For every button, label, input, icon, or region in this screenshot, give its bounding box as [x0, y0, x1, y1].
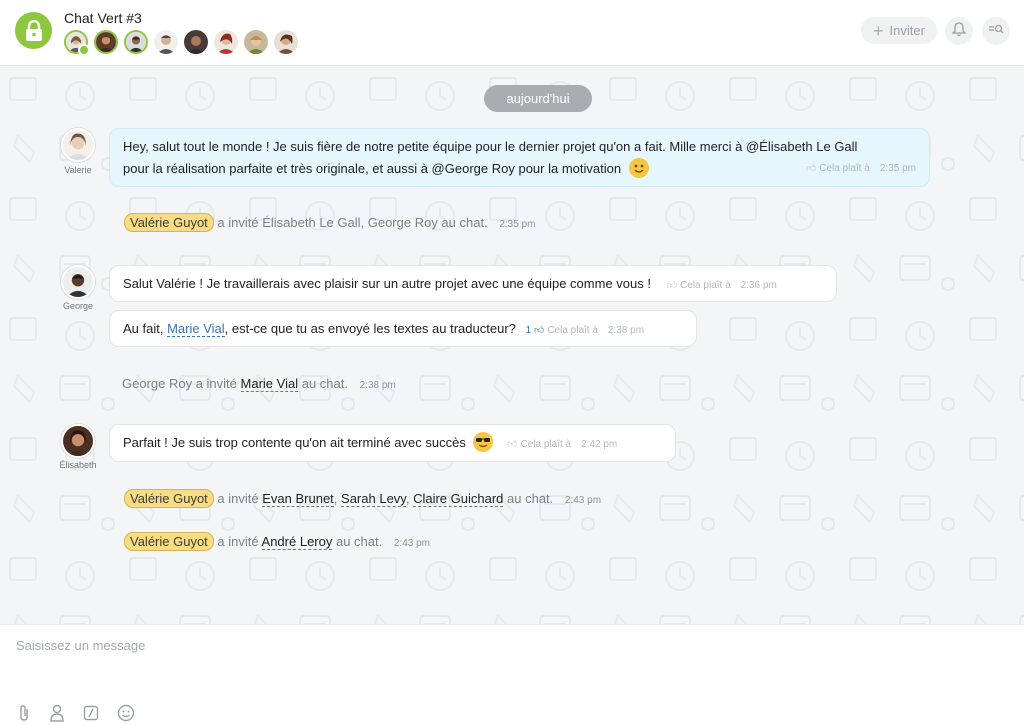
system-text: au chat. — [335, 534, 383, 549]
user-mention-tag[interactable]: Valérie Guyot — [124, 489, 214, 508]
like-count[interactable]: 1 — [526, 325, 532, 336]
system-message: Valérie Guyot a invité André Leroy au ch… — [124, 532, 431, 551]
member-avatar[interactable] — [274, 30, 298, 54]
sunglasses-emoji-icon — [473, 432, 494, 452]
smiley-emoji-icon — [628, 158, 649, 178]
like-icon[interactable]: 👍︎ — [806, 158, 816, 180]
system-message: Valérie Guyot a invité Evan Brunet, Sara… — [124, 489, 602, 508]
system-time: 2:38 pm — [359, 380, 396, 391]
member-avatar[interactable] — [124, 30, 148, 54]
like-label[interactable]: Cela plaît à — [547, 325, 598, 336]
like-label[interactable]: Cela plaît à — [819, 163, 870, 174]
search-list-icon — [988, 21, 1004, 42]
message-composer — [0, 624, 1024, 725]
system-text: au chat. — [507, 491, 554, 506]
system-text: a invité Élisabeth Le Gall, George Roy a… — [217, 215, 488, 230]
invite-label: Inviter — [889, 23, 925, 38]
slash-command-icon[interactable] — [81, 703, 101, 723]
member-avatar[interactable] — [184, 30, 208, 54]
member-avatar[interactable] — [214, 30, 238, 54]
like-icon[interactable]: 👍︎ — [667, 275, 677, 297]
message-bubble[interactable]: Hey, salut tout le monde ! Je suis fière… — [109, 128, 930, 187]
message-text: pour la réalisation parfaite et très ori… — [123, 161, 622, 176]
system-text: a invité — [217, 491, 259, 506]
avatar-george[interactable] — [61, 265, 95, 299]
person-icon[interactable] — [47, 703, 67, 723]
message-bubble[interactable]: Au fait, Marie Vial, est-ce que tu as en… — [109, 310, 697, 347]
system-time: 2:35 pm — [499, 219, 536, 230]
date-separator: aujourd'hui — [484, 85, 592, 112]
system-time: 2:43 pm — [393, 538, 431, 549]
invite-button[interactable]: + Inviter — [861, 17, 937, 44]
author-name: George — [62, 301, 94, 311]
member-avatar[interactable] — [244, 30, 268, 54]
user-mention-link[interactable]: André Leroy — [261, 534, 333, 550]
message-list[interactable]: aujourd'hui Valerie Hey, salut tout le m… — [0, 66, 1024, 624]
message-meta: 👍︎ Cela plaît à 2:36 pm — [667, 280, 777, 291]
message-input[interactable] — [16, 633, 1006, 657]
message-text: Hey, salut tout le monde ! Je suis fière… — [123, 139, 858, 154]
like-label[interactable]: Cela plaît à — [521, 439, 572, 450]
system-message: George Roy a invité Marie Vial au chat. … — [122, 376, 396, 392]
member-avatar[interactable] — [154, 30, 178, 54]
user-mention-link[interactable]: Sarah Levy — [341, 491, 406, 507]
paperclip-icon[interactable] — [14, 703, 34, 723]
avatar-valerie[interactable] — [61, 128, 95, 162]
plus-icon: + — [873, 20, 884, 41]
like-icon[interactable]: 👍︎ — [507, 434, 517, 456]
user-mention-link[interactable]: Marie Vial — [240, 376, 299, 392]
user-mention-link[interactable]: Evan Brunet — [262, 491, 334, 507]
message-meta: 👍︎ Cela plaît à 2:35 pm — [806, 158, 916, 180]
like-icon[interactable]: 👍︎ — [534, 320, 544, 342]
system-time: 2:43 pm — [564, 495, 602, 506]
like-label[interactable]: Cela plaît à — [680, 280, 731, 291]
author-name: Élisabeth — [59, 460, 97, 470]
chat-title[interactable]: Chat Vert #3 — [64, 10, 142, 26]
smiley-icon[interactable] — [116, 703, 136, 723]
lock-icon[interactable] — [15, 12, 52, 49]
message-text: Salut Valérie ! Je travaillerais avec pl… — [123, 276, 651, 291]
member-avatar[interactable] — [94, 30, 118, 54]
user-mention-tag[interactable]: Valérie Guyot — [124, 532, 214, 551]
message-text: Au fait, — [123, 321, 164, 336]
online-badge — [78, 44, 90, 56]
avatar-elisabeth[interactable] — [61, 424, 95, 458]
system-message: Valérie Guyot a invité Élisabeth Le Gall… — [124, 213, 536, 232]
author-name: Valerie — [64, 165, 92, 175]
message-time: 2:36 pm — [740, 280, 777, 291]
search-messages-button[interactable] — [982, 17, 1010, 45]
message-time: 2:38 pm — [607, 325, 645, 336]
notifications-button[interactable] — [945, 17, 973, 45]
user-mention-link[interactable]: Marie Vial — [167, 321, 225, 337]
message-time: 2:42 pm — [581, 439, 618, 450]
user-mention-tag[interactable]: Valérie Guyot — [124, 213, 214, 232]
user-mention-link[interactable]: Claire Guichard — [413, 491, 504, 507]
system-text: au chat. — [301, 376, 348, 391]
message-text: , est-ce que tu as envoyé les textes au … — [224, 321, 516, 336]
bell-icon — [951, 21, 967, 42]
system-text: George Roy a invité — [122, 376, 237, 391]
system-text: a invité — [217, 534, 259, 549]
message-bubble[interactable]: Salut Valérie ! Je travaillerais avec pl… — [109, 265, 837, 302]
message-time: 2:35 pm — [879, 163, 916, 174]
chat-header: Chat Vert #3 + Inviter — [0, 0, 1024, 66]
message-text: Parfait ! Je suis trop contente qu'on ai… — [123, 435, 466, 450]
message-meta: 👍︎ Cela plaît à 2:42 pm — [507, 439, 617, 450]
message-bubble[interactable]: Parfait ! Je suis trop contente qu'on ai… — [109, 424, 676, 462]
message-meta: 1 👍︎ Cela plaît à 2:38 pm — [526, 325, 645, 336]
